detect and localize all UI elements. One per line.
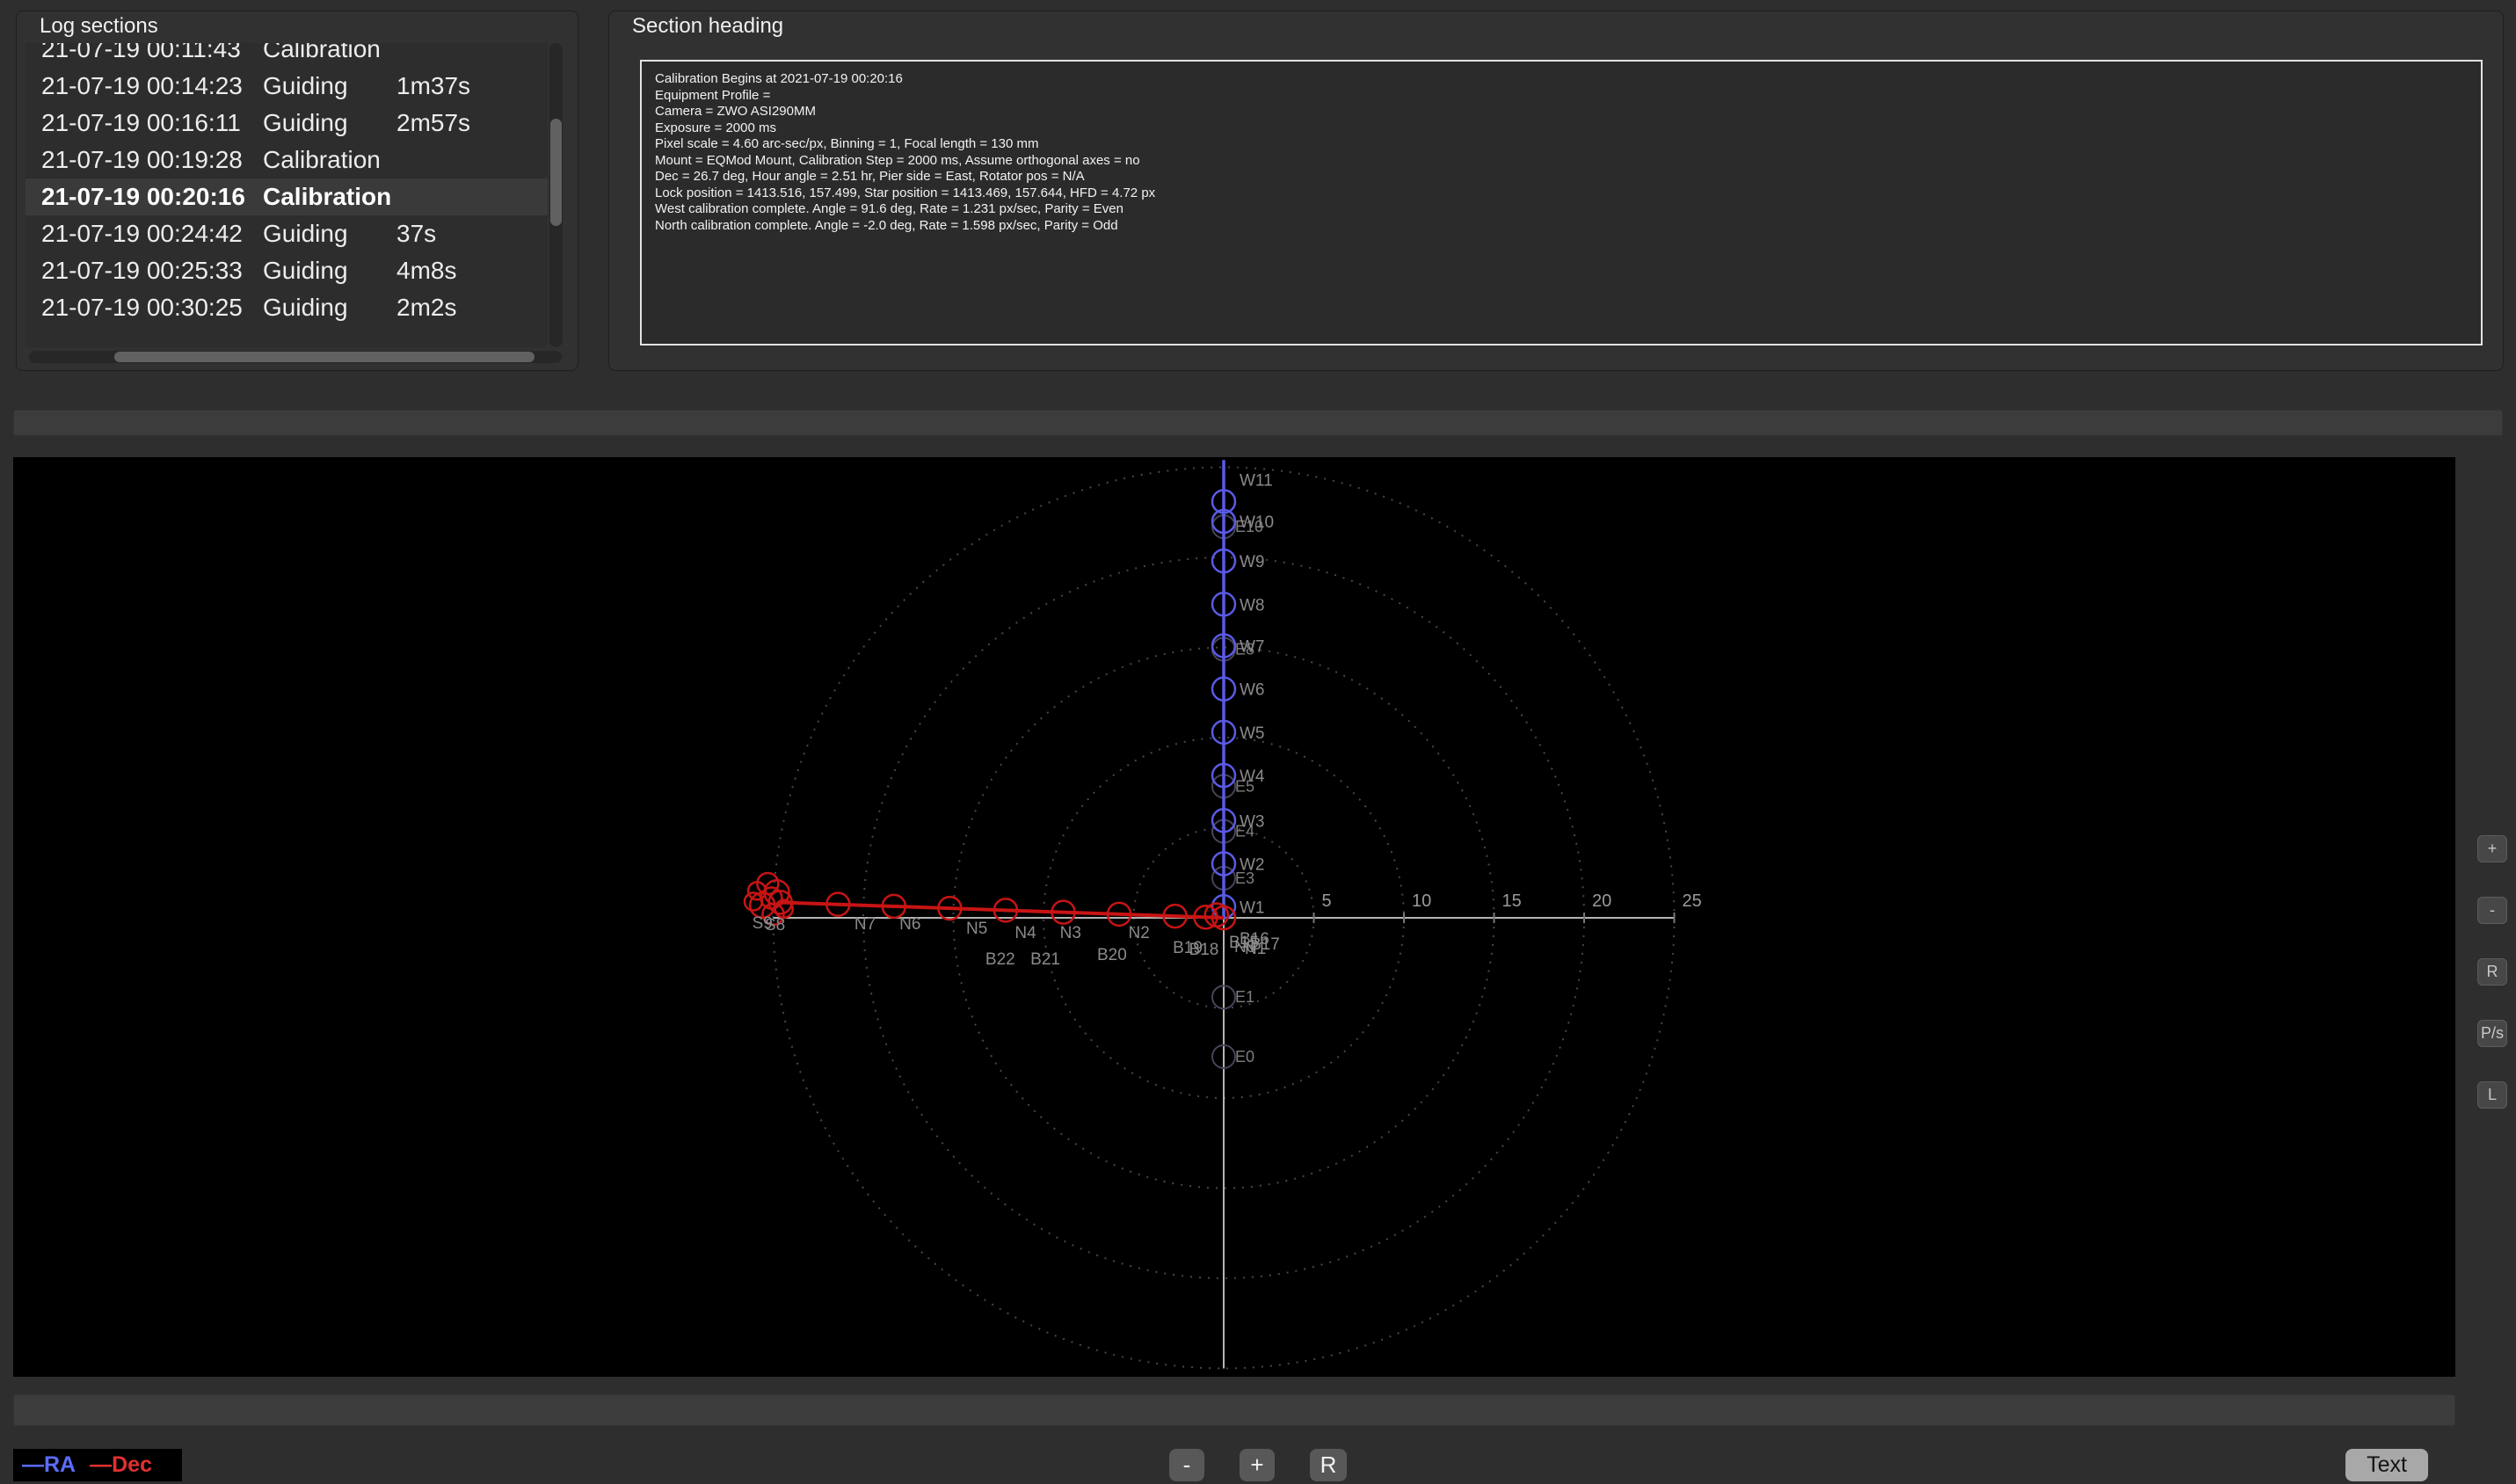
north-point-label: N4 xyxy=(1014,924,1036,942)
log-row-time: 21-07-19 00:20:16 xyxy=(41,183,245,210)
calibration-info-line: Calibration Begins at 2021-07-19 00:20:1… xyxy=(655,71,903,86)
log-row-time: 21-07-19 00:30:25 xyxy=(41,294,243,321)
plot-ps-toggle-button[interactable]: P/s xyxy=(2477,1020,2507,1047)
plot-zoom-out-button[interactable]: - xyxy=(2477,897,2507,924)
calibration-info-line: Lock position = 1413.516, 157.499, Star … xyxy=(655,185,1156,200)
zoom-in-button[interactable]: + xyxy=(1240,1449,1275,1481)
calibration-info-line: Dec = 26.7 deg, Hour angle = 2.51 hr, Pi… xyxy=(655,169,1085,184)
horizontal-scrollbar-thumb[interactable] xyxy=(114,352,534,362)
log-row-time: 21-07-19 00:24:42 xyxy=(41,220,243,247)
north-point-label: N5 xyxy=(966,920,987,938)
west-point-label: W4 xyxy=(1240,767,1265,786)
log-row-type: Guiding xyxy=(263,109,348,136)
log-section-row[interactable]: 21-07-19 00:24:42 Guiding 37s xyxy=(25,215,548,252)
plot-reset-button[interactable]: R xyxy=(2477,958,2507,986)
log-sections-panel: Log sections 21-07-19 00:11:43 Calibratio… xyxy=(16,11,578,371)
log-row-type: Guiding xyxy=(263,294,348,321)
west-point-label: W3 xyxy=(1240,812,1265,831)
west-point-label: W11 xyxy=(1240,471,1273,490)
east-point-label: E1 xyxy=(1235,988,1254,1006)
west-point-label: W10 xyxy=(1240,513,1274,532)
north-point-label: N6 xyxy=(899,915,920,934)
plot-zoom-in-button[interactable]: + xyxy=(2477,835,2507,862)
west-point-label: W6 xyxy=(1240,681,1265,700)
log-section-list[interactable]: 21-07-19 00:11:43 Calibration 21-07-19 00:… xyxy=(25,43,548,347)
log-list-horizontal-scrollbar[interactable] xyxy=(29,351,562,363)
log-row-time: 21-07-19 00:25:33 xyxy=(41,257,243,284)
log-row-time: 21-07-19 00:19:28 xyxy=(41,146,243,173)
backlash-point-label: B20 xyxy=(1097,946,1127,964)
north-calibration-line xyxy=(778,900,1225,920)
log-section-row[interactable]: 21-07-19 00:14:23 Guiding 1m37s xyxy=(25,68,548,105)
zoom-out-button[interactable]: - xyxy=(1169,1449,1204,1481)
backlash-point-label: B22 xyxy=(985,950,1015,969)
log-row-type: Guiding xyxy=(263,72,348,99)
axis-tick-label: 15 xyxy=(1502,891,1522,911)
log-sections-title: Log sections xyxy=(40,14,158,38)
log-row-type: Guiding xyxy=(263,257,348,284)
backlash-point-label: B18 xyxy=(1189,941,1219,959)
log-list-vertical-scrollbar[interactable] xyxy=(549,43,563,347)
axis-tick-label: 25 xyxy=(1683,891,1702,911)
log-row-time: 21-07-19 00:14:23 xyxy=(41,72,243,99)
log-row-time: 21-07-19 00:11:43 xyxy=(41,43,241,62)
west-point-label: W8 xyxy=(1240,596,1265,615)
log-row-duration: 2m57s xyxy=(396,109,471,136)
log-row-duration: 4m8s xyxy=(396,257,457,284)
calibration-info-line: Pixel scale = 4.60 arc-sec/px, Binning =… xyxy=(655,136,1039,151)
legend-dec-entry: —Dec xyxy=(90,1452,152,1477)
reset-view-button[interactable]: R xyxy=(1310,1449,1347,1481)
log-section-row[interactable]: 21-07-19 00:25:33 Guiding 4m8s xyxy=(25,252,548,289)
north-point-label: N2 xyxy=(1129,924,1150,942)
axis-tick-label: 10 xyxy=(1412,891,1431,911)
log-section-row[interactable]: 21-07-19 00:30:25 Guiding 2m2s xyxy=(25,289,548,326)
backlash-point-label: B21 xyxy=(1030,950,1060,969)
vertical-scrollbar-thumb[interactable] xyxy=(550,119,562,226)
calibration-plot[interactable]: 5 10 15 20 25E10E8E5E4E3E1E0W1W2W3W4W5W6W7W8… xyxy=(13,457,2455,1377)
log-row-type: Guiding xyxy=(263,220,348,247)
west-point-label: W9 xyxy=(1240,553,1265,571)
log-viewer-window: Log sections 21-07-19 00:11:43 Calibratio… xyxy=(0,0,2516,1484)
log-row-type: Calibration xyxy=(263,183,392,210)
west-point-label: W1 xyxy=(1240,898,1265,917)
calibration-info-line: West calibration complete. Angle = 91.6 … xyxy=(655,201,1123,216)
calibration-info-line: Mount = EQMod Mount, Calibration Step = … xyxy=(655,152,1140,168)
west-point-label: W7 xyxy=(1240,637,1265,656)
section-heading-title: Section heading xyxy=(632,14,784,38)
north-point-label: N3 xyxy=(1060,924,1081,942)
log-row-type: Calibration xyxy=(263,146,381,173)
axis-tick-label: 5 xyxy=(1322,891,1332,911)
legend-ra-entry: —RA xyxy=(22,1452,76,1477)
west-point-label: W5 xyxy=(1240,724,1265,743)
collapsed-bottom-bar[interactable] xyxy=(13,1394,2455,1426)
log-row-duration: 2m2s xyxy=(396,294,457,321)
log-section-row[interactable]: 21-07-19 00:19:28 Calibration xyxy=(25,142,548,178)
plot-l-toggle-button[interactable]: L xyxy=(2477,1081,2507,1109)
calibration-plot-area[interactable]: 5 10 15 20 25 E10 E8 E5 E4 E3 E1 E0 W1 W2 W3 W4 W5 W6 W7 W8… xyxy=(13,457,2455,1377)
collapsed-top-bar[interactable] xyxy=(13,410,2503,436)
south-point-label: S8 xyxy=(765,916,785,935)
calibration-info-line: Exposure = 2000 ms xyxy=(655,120,776,135)
calibration-info-line: Camera = ZWO ASI290MM xyxy=(655,104,816,119)
log-row-type: Calibration xyxy=(263,43,381,62)
center-cluster-label: N1 xyxy=(1245,940,1266,958)
calibration-info-line: Equipment Profile = xyxy=(655,87,774,103)
log-section-row[interactable]: 21-07-19 00:20:16 Calibration xyxy=(25,178,548,215)
log-row-duration: 1m37s xyxy=(396,72,471,99)
section-heading-panel: Section heading Calibration Begins at 20… xyxy=(608,11,2504,371)
plot-legend: —RA —Dec xyxy=(13,1449,182,1481)
text-view-button[interactable]: Text xyxy=(2345,1449,2428,1481)
log-row-time: 21-07-19 00:16:11 xyxy=(41,109,241,136)
west-point-label: W2 xyxy=(1240,856,1265,875)
calibration-info-line: North calibration complete. Angle = -2.0… xyxy=(655,217,1118,233)
log-row-duration: 37s xyxy=(396,220,437,247)
axis-tick-label: 20 xyxy=(1592,891,1611,911)
east-point-label: E0 xyxy=(1235,1048,1254,1066)
log-section-row[interactable]: 21-07-19 00:16:11 Guiding 2m57s xyxy=(25,105,548,142)
calibration-info-box: Calibration Begins at 2021-07-19 00:20:1… xyxy=(640,60,2483,346)
log-section-row[interactable]: 21-07-19 00:11:43 Calibration xyxy=(25,43,548,68)
north-point-label: N7 xyxy=(854,915,876,934)
